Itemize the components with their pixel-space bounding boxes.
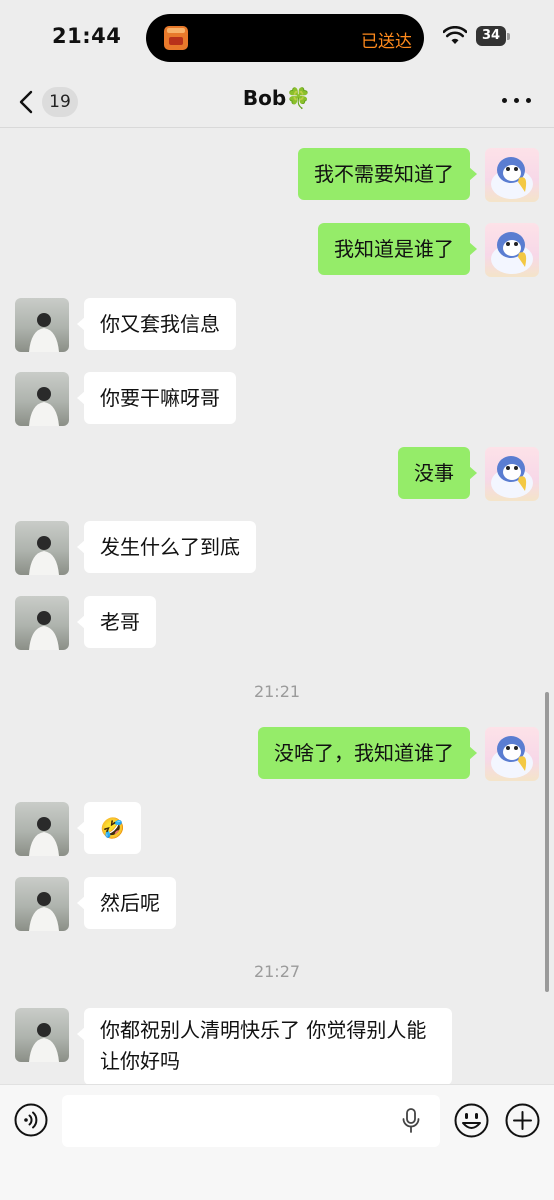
wifi-icon [443,26,467,44]
emoji-icon[interactable] [454,1103,489,1138]
message-bubble[interactable]: 你都祝别人清明快乐了 你觉得别人能让你好吗 [77,1008,452,1085]
my-avatar[interactable] [485,727,539,781]
message-bubble[interactable]: 我知道是谁了 [318,223,477,275]
contact-avatar[interactable] [15,802,69,856]
my-avatar[interactable] [485,148,539,202]
battery-icon: 34 [476,26,510,46]
person-avatar-icon [29,1023,59,1062]
message-input[interactable] [62,1095,440,1147]
message-timestamp: 21:21 [253,682,301,701]
contact-avatar[interactable] [15,298,69,352]
message-bubble[interactable]: 你要干嘛呀哥 [77,372,236,424]
penguin-avatar-icon [491,736,533,778]
message-bubble[interactable]: 没事 [398,447,477,499]
person-avatar-icon [29,313,59,352]
penguin-avatar-icon [491,232,533,274]
scrollbar[interactable] [545,692,549,992]
dynamic-island[interactable]: 已送达 [146,14,424,62]
message-bubble[interactable]: 🤣 [77,802,141,854]
my-avatar[interactable] [485,223,539,277]
microphone-icon[interactable] [402,1108,420,1134]
status-time: 21:44 [52,24,122,48]
chat-header: 19 Bob🍀 [0,76,554,128]
delivery-app-icon [164,26,188,50]
my-avatar[interactable] [485,447,539,501]
contact-avatar[interactable] [15,596,69,650]
penguin-avatar-icon [491,456,533,498]
battery-cap [507,33,510,40]
person-avatar-icon [29,817,59,856]
penguin-avatar-icon [491,157,533,199]
contact-avatar[interactable] [15,372,69,426]
plus-icon[interactable] [505,1103,540,1138]
person-avatar-icon [29,387,59,426]
message-timestamp: 21:27 [253,962,301,981]
battery-level: 34 [476,26,506,46]
message-bubble[interactable]: 没啥了，我知道谁了 [258,727,477,779]
person-avatar-icon [29,536,59,575]
person-avatar-icon [29,611,59,650]
chat-title[interactable]: Bob🍀 [0,86,554,110]
person-avatar-icon [29,892,59,931]
more-options-button[interactable] [500,86,534,116]
message-bubble[interactable]: 我不需要知道了 [298,148,477,200]
message-bubble[interactable]: 你又套我信息 [77,298,236,350]
contact-avatar[interactable] [15,877,69,931]
message-bubble[interactable]: 发生什么了到底 [77,521,256,573]
message-bubble[interactable]: 老哥 [77,596,156,648]
input-bar [0,1084,554,1200]
status-bar: 21:44 已送达 34 [0,0,554,76]
delivery-status-text: 已送达 [361,32,412,52]
contact-avatar[interactable] [15,1008,69,1062]
contact-avatar[interactable] [15,521,69,575]
voice-input-icon[interactable] [14,1103,48,1137]
message-bubble[interactable]: 然后呢 [77,877,176,929]
